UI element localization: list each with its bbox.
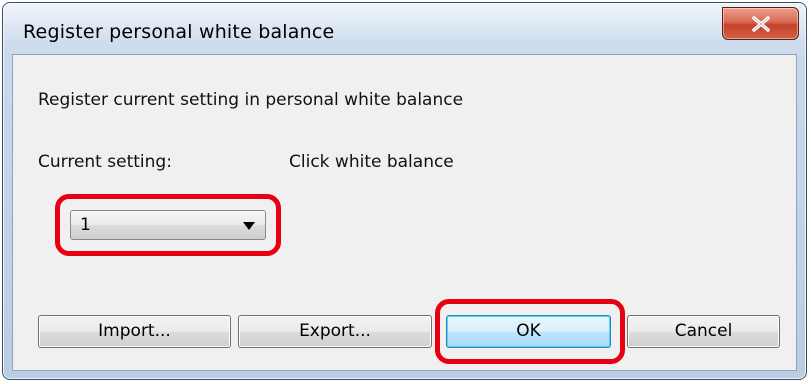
dropdown-arrow-icon (243, 222, 255, 230)
ok-button[interactable]: OK (446, 315, 611, 348)
current-setting-label: Current setting: (38, 152, 172, 172)
white-balance-slot-select[interactable]: 1 (70, 210, 266, 240)
close-button[interactable] (722, 7, 799, 40)
description-text: Register current setting in personal whi… (38, 90, 464, 110)
current-setting-value: Click white balance (289, 152, 454, 172)
close-icon (752, 16, 770, 32)
import-button[interactable]: Import... (38, 315, 231, 348)
selected-slot-value: 1 (80, 215, 91, 235)
window-title: Register personal white balance (23, 21, 335, 43)
export-button[interactable]: Export... (238, 315, 432, 348)
cancel-button[interactable]: Cancel (627, 315, 780, 348)
